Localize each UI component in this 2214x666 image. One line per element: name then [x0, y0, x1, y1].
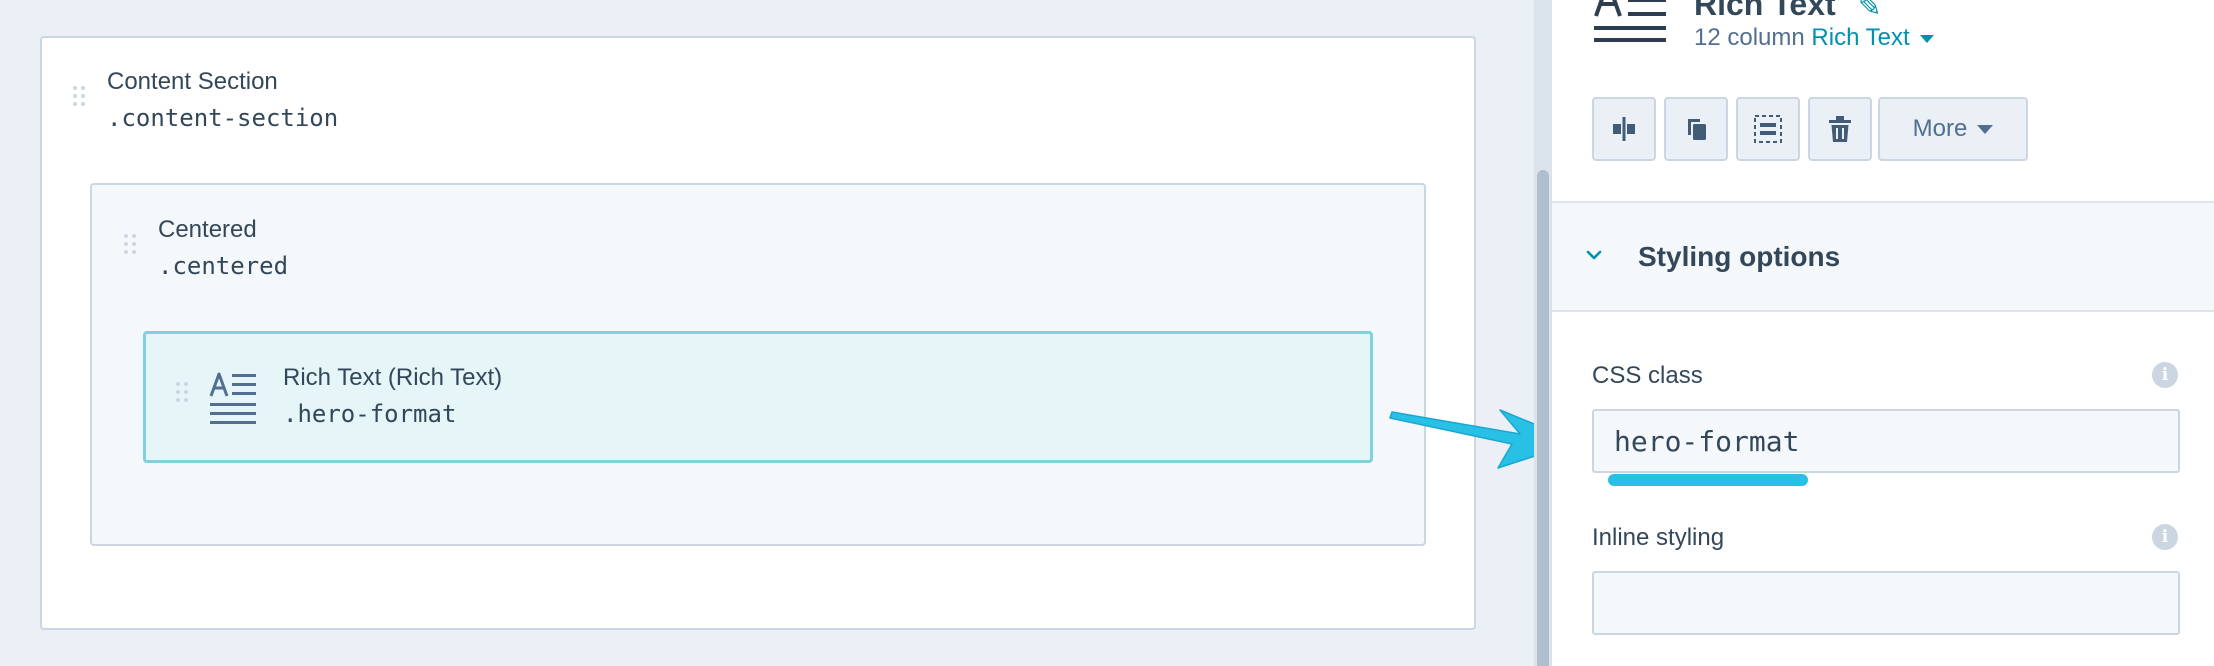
caret-down-icon [1977, 124, 1994, 134]
caret-down-icon[interactable] [1919, 34, 1934, 43]
info-icon[interactable]: i [2152, 524, 2178, 550]
rich-text-module-box[interactable] [143, 331, 1373, 463]
section-title: Styling options [1638, 241, 1841, 272]
column-width-label: 12 column [1694, 24, 1805, 51]
scrollbar-thumb[interactable] [1537, 170, 1549, 666]
chevron-down-icon [1586, 250, 1602, 260]
panel-subtitle: 12 column Rich Text [1694, 24, 1934, 52]
centered-class-name: .centered [158, 252, 289, 280]
section-title: Content Section [107, 68, 278, 95]
wrap-icon [1754, 115, 1782, 143]
split-column-icon [1613, 117, 1635, 141]
trash-icon [1829, 116, 1851, 142]
css-class-input[interactable] [1592, 409, 2180, 473]
module-class-name: .hero-format [283, 400, 457, 428]
module-type-dropdown[interactable]: Rich Text [1811, 24, 1909, 51]
section-class-name: .content-section [107, 104, 339, 132]
rich-text-icon [1594, 0, 1666, 42]
module-title: Rich Text (Rich Text) [283, 364, 503, 391]
drag-handle-icon[interactable] [73, 86, 87, 118]
inspector-panel: Rich Text ✎ 12 column Rich Text More Sty… [1552, 0, 2214, 666]
layout-canvas: Content Section .content-section Centere… [0, 0, 1534, 666]
edit-pencil-icon[interactable]: ✎ [1858, 0, 1881, 23]
inline-styling-input[interactable] [1592, 571, 2180, 635]
info-icon[interactable]: i [2152, 362, 2178, 388]
styling-options-header[interactable]: Styling options [1552, 201, 2214, 312]
wrap-in-group-button[interactable] [1736, 97, 1800, 161]
annotation-underline [1608, 474, 1808, 486]
panel-title: Rich Text [1694, 0, 1836, 22]
more-button[interactable]: More [1878, 97, 2028, 161]
rich-text-icon [209, 372, 256, 424]
inline-styling-label: Inline styling [1592, 524, 1725, 551]
split-column-button[interactable] [1592, 97, 1656, 161]
clone-icon [1688, 119, 1706, 140]
centered-title: Centered [158, 216, 257, 243]
clone-button[interactable] [1664, 97, 1728, 161]
more-button-label: More [1912, 115, 1968, 142]
delete-button[interactable] [1808, 97, 1872, 161]
drag-handle-icon[interactable] [124, 234, 138, 266]
css-class-label: CSS class [1592, 362, 1703, 389]
drag-handle-icon[interactable] [176, 382, 190, 414]
